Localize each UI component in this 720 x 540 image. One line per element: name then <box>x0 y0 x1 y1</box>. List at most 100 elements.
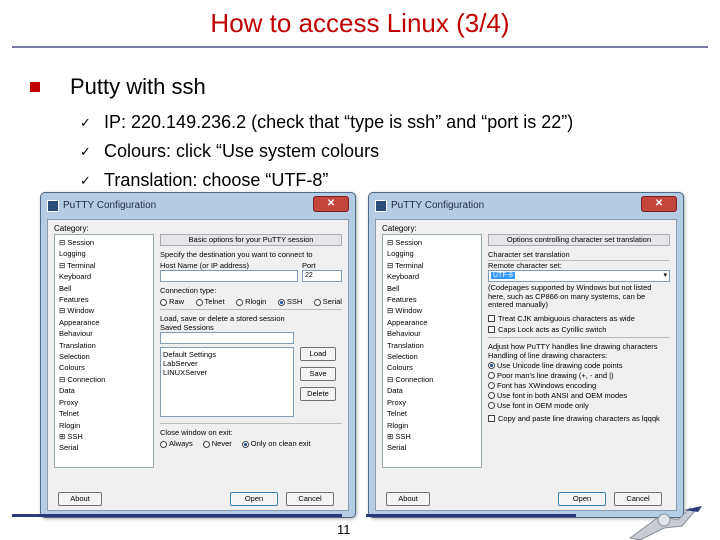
sub-bullet-text: Colours: click “Use system colours <box>104 141 380 161</box>
tree-item[interactable]: ⊟ Window <box>59 305 151 316</box>
tree-item[interactable]: ⊟ Session <box>387 237 479 248</box>
remote-charset-select[interactable]: UTF-8 ▾ <box>488 270 670 282</box>
tree-item[interactable]: Logging <box>59 248 151 259</box>
handling-label: Handling of line drawing characters: <box>488 350 608 360</box>
tree-item[interactable]: ⊟ Session <box>59 237 151 248</box>
tree-item[interactable]: ⊟ Window <box>387 305 479 316</box>
caps-lock-checkbox[interactable]: Caps Lock acts as Cyrillic switch <box>488 325 670 334</box>
codepages-note: (Codepages supported by Windows but not … <box>488 283 652 309</box>
oem-only-radio[interactable]: Use font in OEM mode only <box>488 401 670 411</box>
tree-item[interactable]: Behaviour <box>59 328 151 339</box>
footer-bar <box>12 514 342 517</box>
panel-title: Basic options for your PuTTY session <box>160 234 342 246</box>
tree-item[interactable]: Bell <box>59 283 151 294</box>
delete-button[interactable]: Delete <box>300 387 336 401</box>
session-item[interactable]: Default Settings <box>163 350 291 359</box>
conn-rlogin-radio[interactable]: Rlogin <box>236 297 266 306</box>
conn-ssh-radio[interactable]: SSH <box>277 297 302 306</box>
close-clean-radio[interactable]: Only on clean exit <box>241 439 310 448</box>
poor-man-radio[interactable]: Poor man's line drawing (+, - and |) <box>488 371 670 381</box>
load-button[interactable]: Load <box>300 347 336 361</box>
saved-session-input[interactable] <box>160 332 294 344</box>
tree-item[interactable]: Keyboard <box>387 271 479 282</box>
tree-item[interactable]: Features <box>59 294 151 305</box>
title-divider <box>12 46 708 48</box>
page-number: 11 <box>337 522 351 537</box>
tree-item[interactable]: Rlogin <box>387 420 479 431</box>
open-button[interactable]: Open <box>230 492 278 506</box>
tree-item[interactable]: Translation <box>387 340 479 351</box>
host-input[interactable] <box>160 270 298 282</box>
sub-bullet-list: ✓ IP: 220.149.236.2 (check that “type is … <box>80 108 573 195</box>
ansi-oem-radio[interactable]: Use font in both ANSI and OEM modes <box>488 391 670 401</box>
remote-charset-label: Remote character set: <box>488 261 562 270</box>
tree-item[interactable]: Serial <box>387 442 479 453</box>
unicode-radio[interactable]: Use Unicode line drawing code points <box>488 361 670 371</box>
session-item[interactable]: LabServer <box>163 359 291 368</box>
checkmark-icon: ✓ <box>80 144 91 159</box>
sub-bullet: ✓ IP: 220.149.236.2 (check that “type is … <box>80 108 573 137</box>
tree-item[interactable]: Proxy <box>59 397 151 408</box>
tree-item[interactable]: ⊞ SSH <box>387 431 479 442</box>
about-button[interactable]: About <box>386 492 430 506</box>
conn-serial-radio[interactable]: Serial <box>313 297 342 306</box>
tree-item[interactable]: Bell <box>387 283 479 294</box>
sub-bullet-text: Translation: choose “UTF-8” <box>104 170 329 190</box>
close-button[interactable]: ✕ <box>313 196 349 212</box>
tree-item[interactable]: Telnet <box>59 408 151 419</box>
close-never-radio[interactable]: Never <box>202 439 232 448</box>
conn-raw-radio[interactable]: Raw <box>160 297 184 306</box>
tree-item[interactable]: Rlogin <box>59 420 151 431</box>
about-button[interactable]: About <box>58 492 102 506</box>
host-label: Host Name (or IP address) <box>160 261 250 270</box>
tree-item[interactable]: ⊟ Terminal <box>59 260 151 271</box>
tree-item[interactable]: Appearance <box>387 317 479 328</box>
port-label: Port <box>302 261 316 270</box>
session-list[interactable]: Default Settings LabServer LINUXServer <box>160 347 294 417</box>
open-button[interactable]: Open <box>558 492 606 506</box>
tree-item[interactable]: ⊟ Terminal <box>387 260 479 271</box>
putty-translation-window: PuTTY Configuration ✕ Category: ⊟ Sessio… <box>368 192 684 518</box>
close-button[interactable]: ✕ <box>641 196 677 212</box>
tree-item[interactable]: Proxy <box>387 397 479 408</box>
tree-item[interactable]: Translation <box>59 340 151 351</box>
tree-item[interactable]: Logging <box>387 248 479 259</box>
category-label: Category: <box>54 224 89 233</box>
tree-item[interactable]: Data <box>387 385 479 396</box>
tree-item[interactable]: ⊞ SSH <box>59 431 151 442</box>
category-tree[interactable]: ⊟ Session Logging ⊟ Terminal Keyboard Be… <box>382 234 482 468</box>
xwindows-radio[interactable]: Font has XWindows encoding <box>488 381 670 391</box>
tree-item[interactable]: Selection <box>387 351 479 362</box>
save-button[interactable]: Save <box>300 367 336 381</box>
tree-item[interactable]: Features <box>387 294 479 305</box>
tree-item[interactable]: Colours <box>387 362 479 373</box>
sub-bullet: ✓ Colours: click “Use system colours <box>80 137 573 166</box>
tree-item[interactable]: ⊟ Connection <box>387 374 479 385</box>
putty-session-window: PuTTY Configuration ✕ Category: ⊟ Sessio… <box>40 192 356 518</box>
cjk-checkbox[interactable]: Treat CJK ambiguous characters as wide <box>488 314 670 323</box>
port-input[interactable]: 22 <box>302 270 342 282</box>
session-item[interactable]: LINUXServer <box>163 368 291 377</box>
tree-item[interactable]: Colours <box>59 362 151 373</box>
window-titlebar[interactable]: PuTTY Configuration ✕ <box>369 193 683 219</box>
copy-lines-checkbox[interactable]: Copy and paste line drawing characters a… <box>488 414 670 423</box>
close-always-radio[interactable]: Always <box>160 439 193 448</box>
tree-item[interactable]: Appearance <box>59 317 151 328</box>
charset-group-label: Character set translation <box>488 250 570 259</box>
tree-item[interactable]: Behaviour <box>387 328 479 339</box>
window-title: PuTTY Configuration <box>63 200 157 211</box>
window-titlebar[interactable]: PuTTY Configuration ✕ <box>41 193 355 219</box>
category-tree[interactable]: ⊟ Session Logging ⊟ Terminal Keyboard Be… <box>54 234 154 468</box>
putty-app-icon <box>47 200 59 212</box>
tree-item[interactable]: Keyboard <box>59 271 151 282</box>
sub-bullet: ✓ Translation: choose “UTF-8” <box>80 166 573 195</box>
checkmark-icon: ✓ <box>80 173 91 188</box>
cancel-button[interactable]: Cancel <box>286 492 334 506</box>
tree-item[interactable]: Selection <box>59 351 151 362</box>
conn-telnet-radio[interactable]: Telnet <box>195 297 225 306</box>
tree-item[interactable]: Serial <box>59 442 151 453</box>
tree-item[interactable]: Telnet <box>387 408 479 419</box>
tree-item[interactable]: ⊟ Connection <box>59 374 151 385</box>
tree-item[interactable]: Data <box>59 385 151 396</box>
close-on-exit-label: Close window on exit: <box>160 428 233 437</box>
